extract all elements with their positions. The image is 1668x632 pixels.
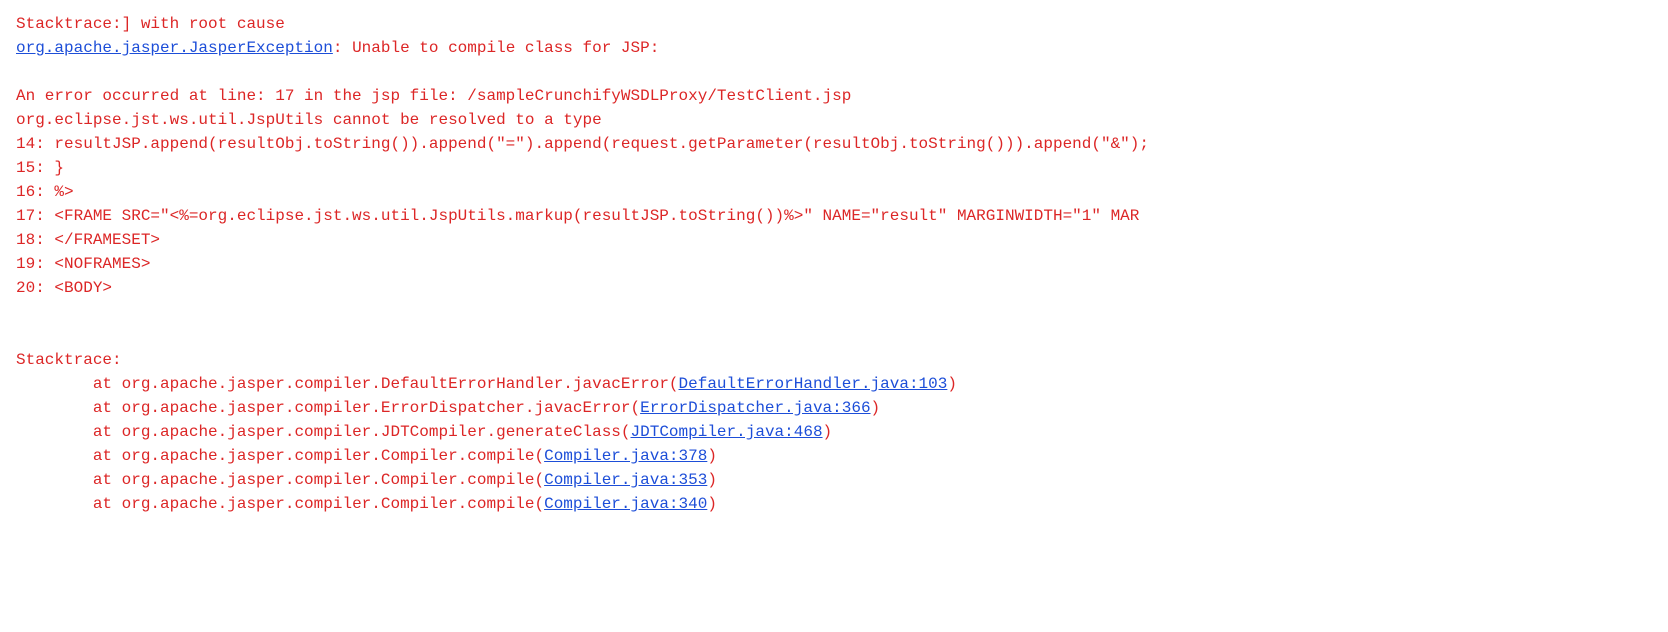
stack-frame: at org.apache.jasper.compiler.Compiler.c…: [16, 492, 1652, 516]
stack-frame-close: ): [871, 399, 881, 417]
at-keyword: at: [93, 399, 122, 417]
source-line-18: 18: </FRAMESET>: [16, 228, 1652, 252]
stack-frame-source-link[interactable]: JDTCompiler.java:468: [631, 423, 823, 441]
at-keyword: at: [93, 471, 122, 489]
stack-frame-source-link[interactable]: Compiler.java:353: [544, 471, 707, 489]
stack-frame: at org.apache.jasper.compiler.Compiler.c…: [16, 444, 1652, 468]
source-line-14: 14: resultJSP.append(resultObj.toString(…: [16, 132, 1652, 156]
stack-frame-close: ): [707, 471, 717, 489]
at-keyword: at: [93, 447, 122, 465]
stack-frame-class: org.apache.jasper.compiler.ErrorDispatch…: [122, 399, 640, 417]
at-keyword: at: [93, 423, 122, 441]
source-line-15: 15: }: [16, 156, 1652, 180]
stack-frame-class: org.apache.jasper.compiler.DefaultErrorH…: [122, 375, 679, 393]
source-line-20: 20: <BODY>: [16, 276, 1652, 300]
source-line-17: 17: <FRAME SRC="<%=org.eclipse.jst.ws.ut…: [16, 204, 1652, 228]
stack-frame: at org.apache.jasper.compiler.ErrorDispa…: [16, 396, 1652, 420]
stack-frame-close: ): [707, 447, 717, 465]
stack-frame-source-link[interactable]: Compiler.java:340: [544, 495, 707, 513]
source-line-19: 19: <NOFRAMES>: [16, 252, 1652, 276]
exception-sep: :: [333, 39, 352, 57]
stacktrace-header-line: Stacktrace:] with root cause: [16, 12, 1652, 36]
source-line-16: 16: %>: [16, 180, 1652, 204]
stack-frame-class: org.apache.jasper.compiler.Compiler.comp…: [122, 495, 544, 513]
stacktrace-label: Stacktrace:: [16, 348, 1652, 372]
exception-message: Unable to compile class for JSP:: [352, 39, 659, 57]
stack-frame-source-link[interactable]: DefaultErrorHandler.java:103: [679, 375, 948, 393]
stack-frame-class: org.apache.jasper.compiler.Compiler.comp…: [122, 447, 544, 465]
blank-line: [16, 324, 1652, 348]
stack-frame: at org.apache.jasper.compiler.DefaultErr…: [16, 372, 1652, 396]
stack-frame-close: ): [707, 495, 717, 513]
blank-line: [16, 60, 1652, 84]
stack-frame-close: ): [947, 375, 957, 393]
exception-line: org.apache.jasper.JasperException: Unabl…: [16, 36, 1652, 60]
stack-frame-class: org.apache.jasper.compiler.Compiler.comp…: [122, 471, 544, 489]
stack-frame-close: ): [823, 423, 833, 441]
error-location: An error occurred at line: 17 in the jsp…: [16, 84, 1652, 108]
stack-frame-source-link[interactable]: Compiler.java:378: [544, 447, 707, 465]
stack-frame-class: org.apache.jasper.compiler.JDTCompiler.g…: [122, 423, 631, 441]
error-cause: org.eclipse.jst.ws.util.JspUtils cannot …: [16, 108, 1652, 132]
at-keyword: at: [93, 495, 122, 513]
stacktrace-header-text: Stacktrace:] with root cause: [16, 15, 285, 33]
stack-frame-source-link[interactable]: ErrorDispatcher.java:366: [640, 399, 870, 417]
at-keyword: at: [93, 375, 122, 393]
stack-frame: at org.apache.jasper.compiler.JDTCompile…: [16, 420, 1652, 444]
stack-frame: at org.apache.jasper.compiler.Compiler.c…: [16, 468, 1652, 492]
blank-line: [16, 300, 1652, 324]
exception-class-link[interactable]: org.apache.jasper.JasperException: [16, 39, 333, 57]
